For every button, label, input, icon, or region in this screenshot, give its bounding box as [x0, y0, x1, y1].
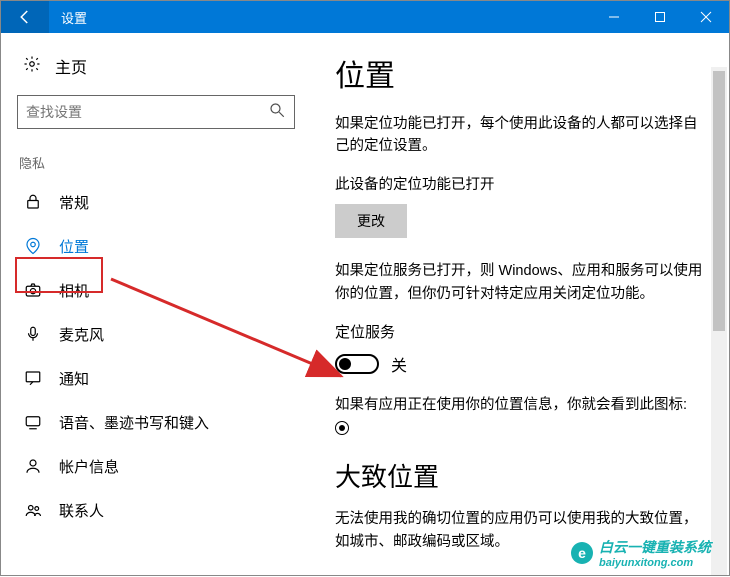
search-icon: [268, 101, 286, 124]
location-service-note: 如果定位服务已打开，则 Windows、应用和服务可以使用你的位置，但你仍可针对…: [335, 260, 705, 305]
watermark-text: 白云一键重装系统: [599, 537, 711, 557]
intro-text: 如果定位功能已打开，每个使用此设备的人都可以选择自己的定位设置。: [335, 113, 705, 158]
nav-item-label: 常规: [59, 192, 89, 213]
home-link[interactable]: 主页: [17, 47, 295, 85]
nav-item-contacts[interactable]: 联系人: [17, 488, 295, 532]
notification-icon: [23, 368, 43, 388]
location-service-label: 定位服务: [335, 321, 705, 342]
nav-item-camera[interactable]: 相机: [17, 268, 295, 312]
nav-item-label: 帐户信息: [59, 456, 119, 477]
change-button[interactable]: 更改: [335, 204, 407, 238]
nav-item-general[interactable]: 常规: [17, 180, 295, 224]
window-title: 设置: [61, 8, 591, 27]
contacts-icon: [23, 500, 43, 520]
camera-icon: [23, 280, 43, 300]
search-box[interactable]: [17, 95, 295, 129]
approx-location-heading: 大致位置: [335, 457, 705, 494]
nav-item-label: 麦克风: [59, 324, 104, 345]
nav-group-label: 隐私: [17, 153, 295, 172]
device-location-status: 此设备的定位功能已打开: [335, 174, 705, 196]
toggle-state-label: 关: [391, 352, 407, 376]
location-indicator-icon: [335, 421, 349, 435]
nav-list: 常规 位置 相机 麦克风: [17, 180, 295, 532]
nav-item-label: 联系人: [59, 500, 104, 521]
back-button[interactable]: [1, 1, 49, 33]
speech-icon: [23, 412, 43, 432]
sidebar: 主页 隐私 常规 位置: [1, 33, 311, 575]
location-service-toggle[interactable]: [335, 354, 379, 374]
scrollbar-thumb[interactable]: [713, 71, 725, 331]
page-heading: 位置: [335, 51, 705, 95]
nav-item-location[interactable]: 位置: [17, 224, 295, 268]
nav-item-label: 语音、墨迹书写和键入: [59, 412, 209, 433]
vertical-scrollbar[interactable]: [711, 67, 727, 575]
in-use-text: 如果有应用正在使用你的位置信息，你就会看到此图标:: [335, 394, 705, 439]
watermark-url: baiyunxitong.com: [599, 557, 711, 569]
search-input[interactable]: [26, 104, 268, 120]
account-icon: [23, 456, 43, 476]
lock-icon: [23, 192, 43, 212]
nav-item-account-info[interactable]: 帐户信息: [17, 444, 295, 488]
nav-item-notifications[interactable]: 通知: [17, 356, 295, 400]
watermark: e 白云一键重装系统 baiyunxitong.com: [571, 537, 711, 569]
minimize-button[interactable]: [591, 1, 637, 33]
location-icon: [23, 236, 43, 256]
nav-item-label: 相机: [59, 280, 89, 301]
title-bar: 设置: [1, 1, 729, 33]
nav-item-label: 位置: [59, 236, 89, 257]
close-button[interactable]: [683, 1, 729, 33]
watermark-logo: e: [571, 542, 593, 564]
maximize-button[interactable]: [637, 1, 683, 33]
main-panel: 位置 如果定位功能已打开，每个使用此设备的人都可以选择自己的定位设置。 此设备的…: [311, 33, 729, 575]
nav-item-speech-inking[interactable]: 语音、墨迹书写和键入: [17, 400, 295, 444]
microphone-icon: [23, 324, 43, 344]
nav-item-microphone[interactable]: 麦克风: [17, 312, 295, 356]
gear-icon: [23, 55, 41, 78]
nav-item-label: 通知: [59, 368, 89, 389]
home-label: 主页: [55, 54, 87, 78]
